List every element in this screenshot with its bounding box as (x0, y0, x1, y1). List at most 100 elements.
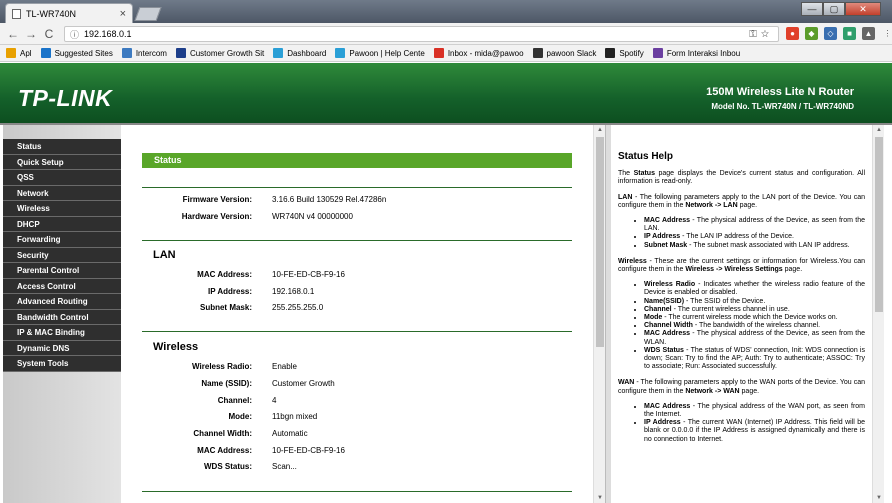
scroll-thumb[interactable] (875, 137, 883, 312)
tp-link-logo: TP-LINK (18, 85, 113, 111)
channel-label: Channel: (217, 396, 252, 405)
lan-ip-value: 192.168.0.1 (272, 287, 315, 296)
help-wan: WAN - The following parameters apply to … (618, 379, 865, 395)
main-scrollbar[interactable]: ▲ ▼ (593, 125, 605, 503)
bookmark-icon (6, 48, 16, 58)
menu-item-advanced-routing[interactable]: Advanced Routing (3, 294, 121, 310)
menu-item-status[interactable]: Status (3, 139, 121, 155)
extension-icon[interactable]: ● (786, 27, 799, 40)
close-tab-icon[interactable]: × (120, 8, 126, 20)
bookmark-item[interactable]: Inbox - mida@pawoo (433, 48, 524, 58)
help-list-item: Channel - The current wireless channel i… (644, 306, 865, 314)
help-scrollbar[interactable]: ▲ ▼ (872, 125, 884, 503)
bookmark-label: Form Interaksi Inbou (666, 48, 741, 58)
scroll-up-icon[interactable]: ▲ (873, 125, 885, 135)
bookmark-item[interactable]: Dashboard (273, 48, 326, 58)
channel-width-label: Channel Width: (193, 429, 252, 438)
bookmark-item[interactable]: Customer Growth Sit (175, 48, 264, 58)
address-bar[interactable]: ⓘ 192.168.0.1 ⚿☆ (64, 26, 779, 42)
help-list-item: MAC Address - The physical address of th… (644, 217, 865, 233)
menu-item-access-control[interactable]: Access Control (3, 278, 121, 294)
router-header: TP-LINK 150M Wireless Lite N Router Mode… (0, 63, 892, 123)
help-lan: LAN - The following parameters apply to … (618, 193, 865, 209)
help-list-item: Subnet Mask - The subnet mask associated… (644, 242, 865, 250)
menu-item-dhcp[interactable]: DHCP (3, 216, 121, 232)
key-icon[interactable]: ⚿☆ (749, 29, 773, 40)
help-intro: The Status page displays the Device's cu… (618, 170, 865, 186)
help-list-item: Wireless Radio - Indicates whether the w… (644, 281, 865, 297)
lan-title: LAN (153, 249, 176, 261)
menu-item-ip-mac-binding[interactable]: IP & MAC Binding (3, 325, 121, 341)
help-list-item: WDS Status - The status of WDS' connecti… (644, 347, 865, 372)
window-close-button[interactable]: ✕ (845, 2, 881, 16)
bookmark-icon (605, 48, 616, 58)
help-list-item: IP Address - The LAN IP address of the D… (644, 233, 865, 241)
divider (142, 240, 572, 241)
help-wireless-list: Wireless Radio - Indicates whether the w… (644, 281, 865, 371)
bookmark-label: Intercom (135, 48, 167, 58)
extension-icon[interactable]: ▲ (862, 27, 875, 40)
help-lan-list: MAC Address - The physical address of th… (644, 217, 865, 250)
bookmark-item[interactable]: Form Interaksi Inbou (652, 48, 741, 58)
extension-icon[interactable]: ■ (843, 27, 856, 40)
reload-icon[interactable]: C (42, 27, 56, 41)
bookmark-item[interactable]: Intercom (121, 48, 167, 58)
menu-item-network[interactable]: Network (3, 185, 121, 201)
model-title: 150M Wireless Lite N Router (706, 86, 854, 98)
bookmark-icon (335, 48, 346, 58)
bookmark-label: Suggested Sites (54, 48, 113, 58)
bookmark-item[interactable]: Spotify (605, 48, 644, 58)
page-title: Status (142, 153, 572, 168)
scroll-down-icon[interactable]: ▼ (873, 493, 885, 503)
divider (142, 491, 572, 492)
mode-value: 11bgn mixed (272, 412, 318, 421)
wireless-mac-label: MAC Address: (197, 446, 252, 455)
info-icon[interactable]: ⓘ (70, 28, 79, 41)
bookmark-item[interactable]: Suggested Sites (40, 48, 113, 58)
divider (142, 187, 572, 188)
bookmark-icon (175, 48, 186, 58)
wds-label: WDS Status: (204, 462, 252, 471)
minimize-button[interactable]: — (801, 2, 823, 16)
menu-item-quick-setup[interactable]: Quick Setup (3, 154, 121, 170)
help-list-item: MAC Address - The physical address of th… (644, 403, 865, 419)
maximize-button[interactable]: ▢ (823, 2, 845, 16)
bookmark-label: Apl (20, 48, 32, 58)
bookmark-icon (121, 48, 132, 58)
extension-icon[interactable]: ◆ (805, 27, 818, 40)
bookmark-item[interactable]: pawoon Slack (532, 48, 596, 58)
extension-icon[interactable]: ◇ (824, 27, 837, 40)
forward-icon[interactable]: → (24, 27, 38, 41)
lan-ip-label: IP Address: (207, 287, 252, 296)
browser-tab[interactable]: TL-WR740N × (5, 3, 133, 23)
wds-value: Scan... (272, 462, 297, 471)
menu-item-system-tools[interactable]: System Tools (3, 356, 121, 372)
extensions: ● ◆ ◇ ■ ▲ ⋮ (786, 27, 892, 40)
wireless-radio-label: Wireless Radio: (192, 362, 252, 371)
help-list-item: MAC Address - The physical address of th… (644, 330, 865, 346)
url-text[interactable]: 192.168.0.1 (84, 29, 749, 39)
menu-item-parental-control[interactable]: Parental Control (3, 263, 121, 279)
menu-icon[interactable]: ⋮ (881, 27, 892, 40)
address-toolbar: ← → C ⓘ 192.168.0.1 ⚿☆ ● ◆ ◇ ■ ▲ ⋮ (0, 23, 892, 45)
bookmark-icon (652, 48, 663, 58)
bookmark-item[interactable]: Apl (6, 48, 32, 58)
scroll-thumb[interactable] (596, 137, 604, 347)
menu-item-bandwidth-control[interactable]: Bandwidth Control (3, 309, 121, 325)
new-tab-button[interactable] (134, 7, 162, 21)
ssid-label: Name (SSID): (201, 379, 252, 388)
menu-item-qss[interactable]: QSS (3, 170, 121, 186)
back-icon[interactable]: ← (6, 27, 20, 41)
ssid-value: Customer Growth (272, 379, 335, 388)
window-controls: — ▢ ✕ (801, 2, 881, 16)
menu-item-wireless[interactable]: Wireless (3, 201, 121, 217)
hardware-value: WR740N v4 00000000 (272, 212, 353, 221)
bookmark-icon (532, 48, 543, 58)
bookmark-item[interactable]: Pawoon | Help Cente (335, 48, 425, 58)
menu-item-security[interactable]: Security (3, 247, 121, 263)
hardware-label: Hardware Version: (181, 212, 252, 221)
menu-item-dynamic-dns[interactable]: Dynamic DNS (3, 340, 121, 356)
menu-item-forwarding[interactable]: Forwarding (3, 232, 121, 248)
wireless-mac-value: 10-FE-ED-CB-F9-16 (272, 446, 345, 455)
firmware-value: 3.16.6 Build 130529 Rel.47286n (272, 195, 387, 204)
